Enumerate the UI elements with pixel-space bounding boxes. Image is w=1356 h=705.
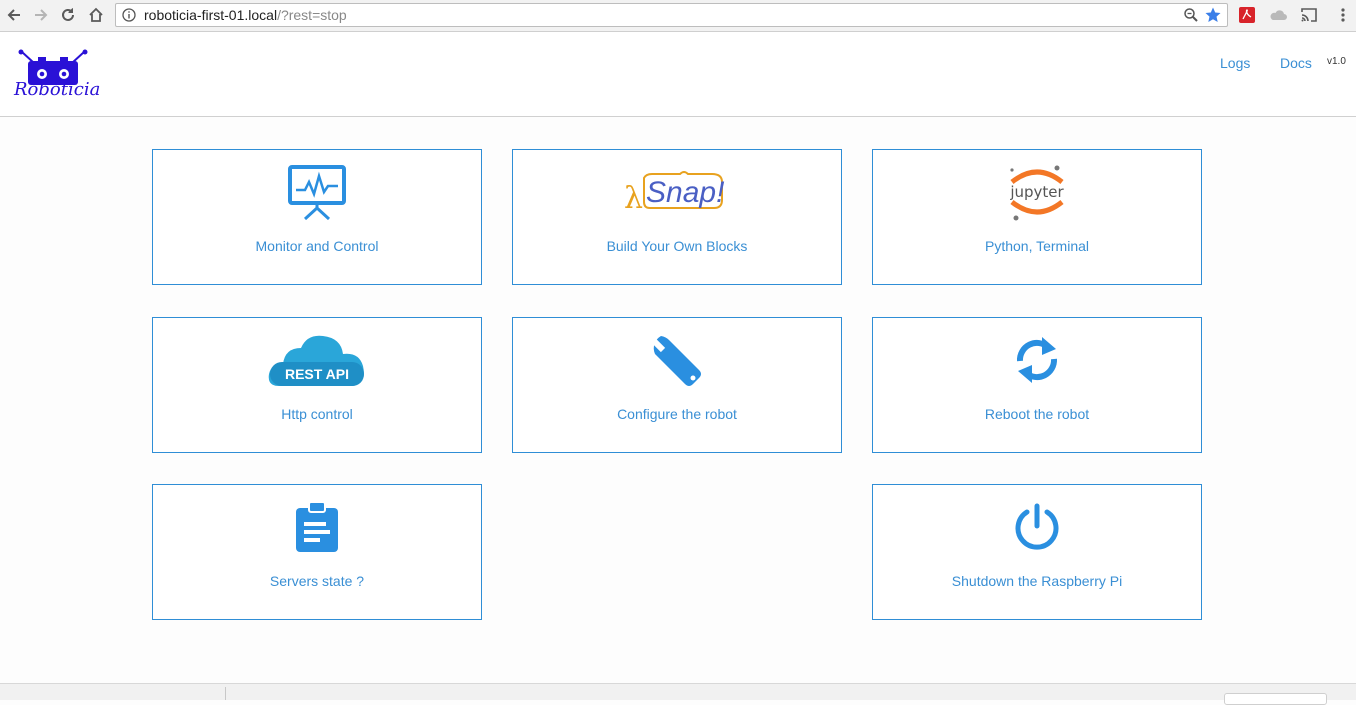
wrench-icon xyxy=(650,336,701,386)
card-label: Servers state ? xyxy=(269,573,365,589)
footer-divider xyxy=(225,687,226,700)
card-configure-the-robot[interactable]: Configure the robot xyxy=(512,317,842,453)
power-icon xyxy=(1015,503,1059,550)
url-host: roboticia-first-01.local xyxy=(144,7,278,23)
docs-link[interactable]: Docs xyxy=(1280,55,1312,71)
svg-text:λ: λ xyxy=(624,181,643,216)
reload-button[interactable] xyxy=(57,4,79,26)
info-icon[interactable] xyxy=(122,8,136,27)
card-http-control[interactable]: REST API Http control xyxy=(152,317,482,453)
download-bar xyxy=(0,683,1356,705)
card-label: Reboot the robot xyxy=(984,406,1090,422)
cast-icon[interactable] xyxy=(1300,6,1318,24)
refresh-icon xyxy=(1016,337,1058,383)
jupyter-logo-icon: jupyter xyxy=(1008,165,1066,221)
card-label: Python, Terminal xyxy=(984,238,1089,254)
card-python-terminal[interactable]: jupyter Python, Terminal xyxy=(872,149,1202,285)
url-path: /?rest=stop xyxy=(277,7,347,23)
pdf-extension-icon[interactable] xyxy=(1238,6,1256,24)
card-label: Monitor and Control xyxy=(255,238,379,254)
browser-toolbar: roboticia-first-01.local/?rest=stop xyxy=(0,0,1356,32)
forward-arrow-icon xyxy=(35,9,48,21)
logo-text: Roboticia xyxy=(14,79,101,100)
card-servers-state[interactable]: Servers state ? xyxy=(152,484,482,620)
rest-api-text: REST API xyxy=(285,366,349,382)
snap-logo-icon: λ Snap! xyxy=(624,171,725,216)
rest-api-cloud-icon: REST API xyxy=(268,335,364,386)
monitor-chart-icon xyxy=(288,165,346,220)
zoom-icon[interactable] xyxy=(1183,7,1199,28)
footer-button[interactable] xyxy=(1224,693,1327,705)
card-label: Configure the robot xyxy=(617,406,737,422)
home-button[interactable] xyxy=(85,4,107,26)
drive-extension-icon[interactable] xyxy=(1269,6,1287,24)
card-label: Shutdown the Raspberry Pi xyxy=(951,573,1123,589)
snap-logo-text: Snap! xyxy=(646,176,725,209)
bookmark-star-icon[interactable] xyxy=(1204,6,1222,29)
card-shutdown-the-raspberry-pi[interactable]: Shutdown the Raspberry Pi xyxy=(872,484,1202,620)
jupyter-logo-text: jupyter xyxy=(1009,183,1064,201)
forward-button[interactable] xyxy=(30,4,52,26)
card-reboot-the-robot[interactable]: Reboot the robot xyxy=(872,317,1202,453)
clipboard-icon xyxy=(296,502,338,552)
back-button[interactable] xyxy=(3,4,25,26)
card-label: Http control xyxy=(281,406,353,422)
reload-icon xyxy=(62,8,74,21)
address-bar[interactable]: roboticia-first-01.local/?rest=stop xyxy=(115,3,1228,27)
logs-link[interactable]: Logs xyxy=(1220,55,1250,71)
card-build-your-own-blocks[interactable]: λ Snap! Build Your Own Blocks xyxy=(512,149,842,285)
back-arrow-icon xyxy=(7,9,20,21)
url-text: roboticia-first-01.local/?rest=stop xyxy=(144,7,347,23)
app-header: Roboticia Logs Docs v1.0 xyxy=(0,32,1356,117)
version-label: v1.0 xyxy=(1327,56,1346,67)
home-icon xyxy=(89,7,103,22)
card-monitor-and-control[interactable]: Monitor and Control xyxy=(152,149,482,285)
menu-dots-icon[interactable] xyxy=(1334,6,1352,24)
card-label: Build Your Own Blocks xyxy=(606,238,748,254)
